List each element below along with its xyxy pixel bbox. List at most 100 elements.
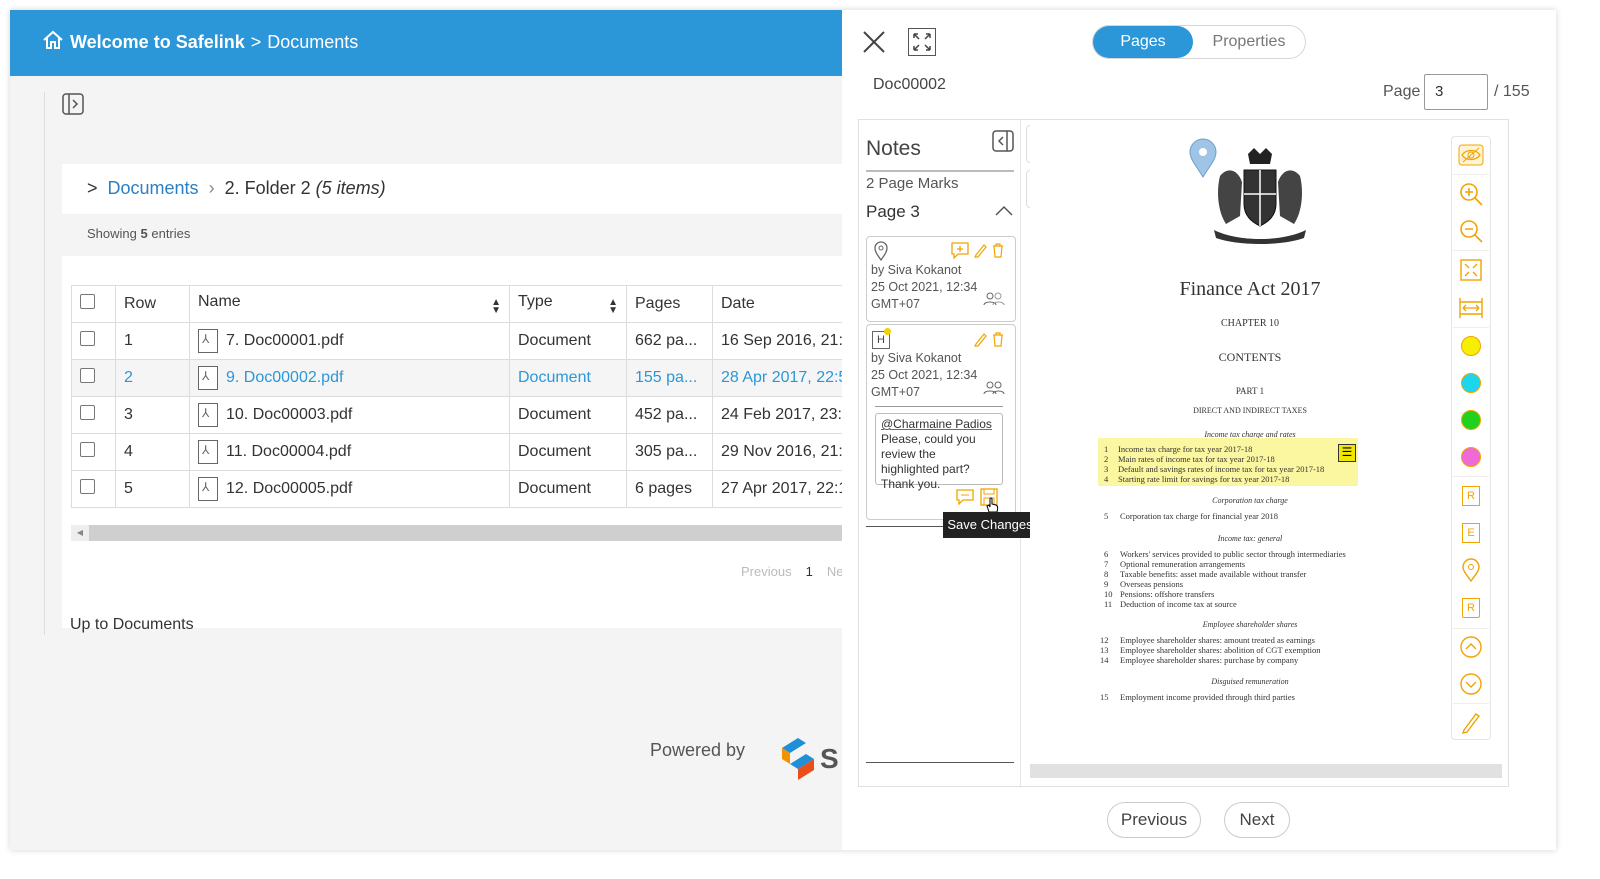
- highlight-cyan-button[interactable]: [1457, 369, 1485, 397]
- comment-icon[interactable]: [956, 489, 974, 510]
- close-icon[interactable]: [860, 28, 888, 56]
- edit-pencil-icon[interactable]: [973, 242, 987, 263]
- zoom-in-icon[interactable]: [1457, 180, 1485, 208]
- delete-trash-icon[interactable]: [991, 242, 1005, 263]
- file-name-cell[interactable]: 10. Doc00003.pdf: [189, 396, 510, 434]
- document-chapter: CHAPTER 10: [1220, 318, 1280, 329]
- pagination-current-page[interactable]: 1: [806, 564, 813, 579]
- toc-item: 13 Employee shareholder shares: abolition…: [1100, 645, 1321, 655]
- column-header-row[interactable]: Row: [115, 285, 190, 323]
- pencil-draw-icon[interactable]: [1457, 708, 1485, 736]
- column-header-type[interactable]: Type ▲ ▼: [509, 285, 627, 323]
- date-cell: 28 Apr 2017, 22:51: [712, 359, 852, 397]
- breadcrumb-item-count: (5 items): [315, 178, 386, 198]
- sort-icon[interactable]: ▲ ▼: [491, 298, 501, 316]
- file-name-cell[interactable]: 11. Doc00004.pdf: [189, 433, 510, 471]
- select-all-checkbox[interactable]: [71, 285, 116, 323]
- home-title-link[interactable]: Welcome to Safelink: [70, 32, 245, 53]
- date-cell: 24 Feb 2017, 23:59: [712, 396, 852, 434]
- note-date: 25 Oct 2021, 12:34: [871, 280, 978, 294]
- document-part-subtitle: DIRECT AND INDIRECT TAXES: [1193, 406, 1307, 415]
- save-changes-tooltip: Save Changes: [943, 512, 1037, 538]
- toc-item: 7 Optional remuneration arrangements: [1104, 559, 1246, 569]
- pagination-next[interactable]: Ne: [827, 564, 844, 579]
- row-checkbox[interactable]: [71, 470, 116, 508]
- note-timezone: GMT+07: [871, 385, 920, 399]
- header-section: Documents: [267, 32, 359, 52]
- file-name-cell[interactable]: 9. Doc00002.pdf: [189, 359, 510, 397]
- tab-pages[interactable]: Pages: [1093, 26, 1193, 58]
- row-checkbox[interactable]: [71, 322, 116, 360]
- notes-page-heading[interactable]: Page 3: [866, 202, 920, 222]
- menu-icon[interactable]: ☰: [1338, 444, 1356, 462]
- highlight-yellow-button[interactable]: [1457, 332, 1485, 360]
- toc-item: 6 Workers' services provided to public se…: [1104, 549, 1346, 559]
- toc-section-5: 15 Employment income provided through thi…: [1100, 692, 1295, 702]
- shared-users-icon: [983, 292, 1005, 311]
- column-header-name[interactable]: Name ▲ ▼: [189, 285, 510, 323]
- file-name-cell[interactable]: 7. Doc00001.pdf: [189, 322, 510, 360]
- tab-properties[interactable]: Properties: [1193, 26, 1305, 58]
- redact-button[interactable]: R: [1457, 482, 1485, 510]
- erase-button[interactable]: E: [1457, 519, 1485, 547]
- row-checkbox[interactable]: [71, 433, 116, 471]
- row-number: 5: [115, 470, 190, 508]
- pagination-previous[interactable]: Previous: [741, 564, 792, 579]
- table-row[interactable]: 4 11. Doc00004.pdf Document 305 pa... 29…: [71, 433, 852, 471]
- fit-page-icon[interactable]: [1457, 256, 1485, 284]
- toc-item: 3 Default and savings rates of income tax…: [1104, 464, 1325, 474]
- toc-item: 11 Deduction of income tax at source: [1104, 599, 1237, 609]
- file-name-cell[interactable]: 12. Doc00005.pdf: [189, 470, 510, 508]
- comment-textarea[interactable]: @Charmaine Padios Please, could you revi…: [875, 413, 1003, 491]
- toc-section-1: 1 Income tax charge for tax year 2017-18 …: [1104, 444, 1324, 484]
- pdf-file-icon: [198, 403, 218, 427]
- page-number-input[interactable]: 3: [1424, 74, 1488, 110]
- delete-trash-icon[interactable]: [991, 331, 1005, 352]
- document-horizontal-scrollbar[interactable]: [1030, 764, 1502, 778]
- column-header-date[interactable]: Date: [712, 285, 852, 323]
- location-pin-icon[interactable]: [1457, 556, 1485, 584]
- chevron-up-icon[interactable]: [995, 204, 1013, 220]
- toolbar-separator: [1453, 250, 1489, 251]
- zoom-out-icon[interactable]: [1457, 217, 1485, 245]
- edit-pencil-icon[interactable]: [973, 331, 987, 352]
- notes-rule: [866, 762, 1014, 763]
- table-row[interactable]: 1 7. Doc00001.pdf Document 662 pa... 16 …: [71, 322, 852, 360]
- home-icon[interactable]: [42, 30, 64, 55]
- highlight-green-button[interactable]: [1457, 406, 1485, 434]
- date-cell: 16 Sep 2016, 21:20: [712, 322, 852, 360]
- highlight-pink-button[interactable]: [1457, 443, 1485, 471]
- table-row[interactable]: 5 12. Doc00005.pdf Document 6 pages 27 A…: [71, 470, 852, 508]
- row-checkbox[interactable]: [71, 396, 116, 434]
- pages-cell: 662 pa...: [626, 322, 713, 360]
- visibility-eye-icon[interactable]: [1457, 141, 1485, 169]
- pages-cell: 305 pa...: [626, 433, 713, 471]
- breadcrumb-documents-link[interactable]: Documents: [108, 178, 199, 199]
- sort-icon[interactable]: ▲ ▼: [608, 298, 618, 316]
- add-comment-icon[interactable]: [950, 241, 970, 264]
- section-heading: Disguised remuneration: [1211, 677, 1289, 686]
- previous-page-button[interactable]: Previous: [1107, 802, 1201, 838]
- row-checkbox[interactable]: [71, 359, 116, 397]
- table-row[interactable]: 3 10. Doc00003.pdf Document 452 pa... 24…: [71, 396, 852, 434]
- scroll-left-arrow-icon[interactable]: ◀: [71, 525, 89, 541]
- collapse-notes-icon[interactable]: [992, 130, 1014, 152]
- toc-item: 10 Pensions: offshore transfers: [1104, 589, 1215, 599]
- next-mark-icon[interactable]: [1457, 670, 1485, 698]
- fit-width-icon[interactable]: [1457, 294, 1485, 322]
- up-to-documents-link[interactable]: Up to Documents: [70, 616, 194, 634]
- previous-mark-icon[interactable]: [1457, 633, 1485, 661]
- table-row-selected[interactable]: 2 9. Doc00002.pdf Document 155 pa... 28 …: [71, 359, 852, 397]
- comment-text: Please, could you review the highlighted…: [881, 432, 976, 491]
- column-header-pages[interactable]: Pages: [626, 285, 713, 323]
- table-horizontal-scrollbar[interactable]: ◀: [71, 525, 844, 541]
- row-number: 2: [115, 359, 190, 397]
- review-mark-button[interactable]: R: [1457, 594, 1485, 622]
- viewer-tabs: Pages Properties: [1092, 25, 1306, 59]
- toolbar-separator: [1453, 327, 1489, 328]
- fullscreen-icon[interactable]: [908, 28, 936, 56]
- expand-panel-icon[interactable]: [62, 93, 84, 115]
- toolbar-separator: [1453, 628, 1489, 629]
- comment-mention: @Charmaine Padios: [881, 417, 992, 431]
- next-page-button[interactable]: Next: [1224, 802, 1290, 838]
